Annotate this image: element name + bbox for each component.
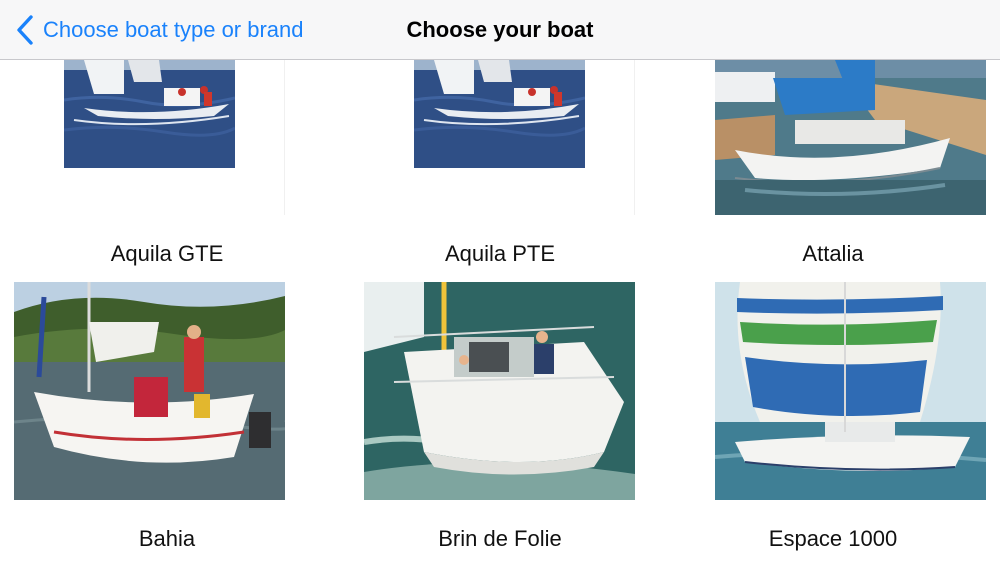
- boat-photo: [414, 60, 585, 168]
- navigation-bar: Choose boat type or brand Choose your bo…: [0, 0, 1000, 60]
- boat-name: Aquila PTE: [444, 241, 556, 266]
- back-button[interactable]: Choose boat type or brand: [16, 14, 304, 46]
- boat-photo: [14, 282, 285, 500]
- boat-item-brin-de-folie[interactable]: Brin de Folie: [333, 282, 667, 563]
- boat-name: Espace 1000: [768, 526, 898, 551]
- back-button-label: Choose boat type or brand: [43, 17, 304, 42]
- boat-name: Attalia: [802, 241, 864, 266]
- boat-item-espace-1000[interactable]: Espace 1000: [666, 282, 1000, 563]
- boat-photo: [64, 60, 235, 168]
- boat-photo: [715, 60, 986, 215]
- boat-grid: Aquila GTE Aquila PTE Attalia Bahia Brin…: [0, 0, 1000, 563]
- boat-name: Brin de Folie: [438, 526, 562, 551]
- divider: [634, 60, 635, 215]
- chevron-left-icon: [16, 15, 34, 45]
- boat-name: Bahia: [138, 526, 196, 551]
- boat-name: Aquila GTE: [110, 241, 224, 266]
- boat-item-bahia[interactable]: Bahia: [0, 282, 334, 563]
- boat-photo: [364, 282, 635, 500]
- boat-photo: [715, 282, 986, 500]
- divider: [284, 60, 285, 215]
